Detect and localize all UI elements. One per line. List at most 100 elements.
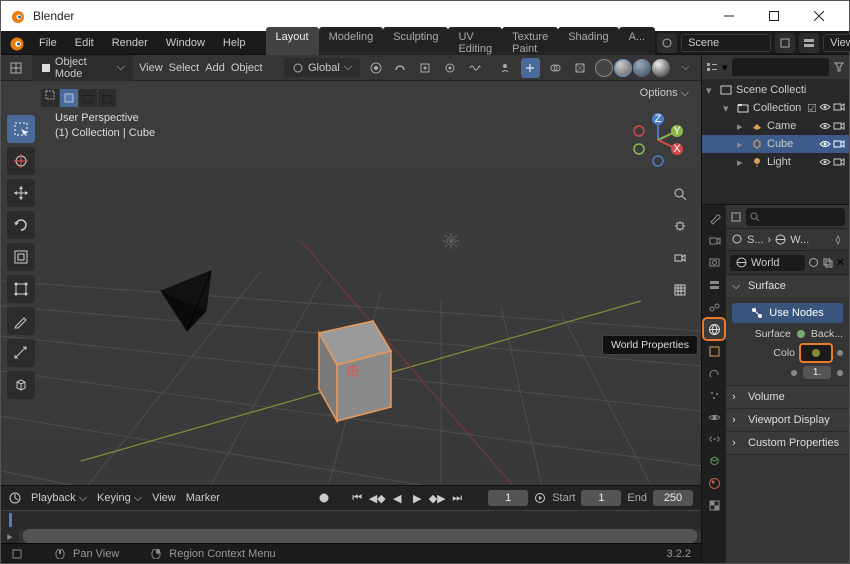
object-menu[interactable]: Object [231,62,263,74]
select-box-icon[interactable] [60,89,78,107]
jump-to-start-button[interactable]: ⏮ [348,490,366,506]
tab-scene-icon[interactable] [704,297,724,317]
overlays-toggle-icon[interactable] [546,58,565,78]
mode-selector[interactable]: Object Mode ⌵ [32,55,133,83]
scene-new-icon[interactable] [775,33,795,53]
tab-particle-icon[interactable] [704,385,724,405]
breadcrumb-world[interactable]: W... [790,234,809,246]
color-swatch[interactable] [801,345,831,361]
tab-material-icon[interactable] [704,473,724,493]
auto-keying-toggle[interactable] [318,492,330,504]
snap-toggle-icon[interactable] [391,58,410,78]
default-cube[interactable] [319,321,391,421]
node-socket-icon[interactable] [797,330,805,338]
eye-icon[interactable] [819,121,831,131]
current-frame-field[interactable]: 1 [488,490,528,506]
disclosure-icon[interactable]: ▸ [737,156,747,169]
viewport-display-panel-header[interactable]: ›Viewport Display [726,409,849,431]
scene-selector[interactable]: Scene [681,34,771,52]
tab-tool-icon[interactable] [704,209,724,229]
timeline-editor-type-icon[interactable] [9,492,21,504]
outliner-display-mode-icon[interactable]: ▾ [722,61,728,74]
view-menu[interactable]: View [139,62,163,74]
annotate-tool[interactable] [7,307,35,335]
tab-constraint-icon[interactable] [704,429,724,449]
menu-file[interactable]: File [31,34,65,52]
rotate-tool[interactable] [7,211,35,239]
tab-texture-icon[interactable] [704,495,724,515]
orientation-selector[interactable]: Global ⌵ [284,58,360,77]
new-world-icon[interactable] [808,257,819,268]
keying-menu[interactable]: Keying ⌵ [97,492,142,505]
unlink-world-icon[interactable]: ✕ [836,256,845,269]
playback-menu[interactable]: Playback ⌵ [31,492,87,505]
jump-to-end-button[interactable]: ⏭ [448,490,466,506]
shading-options-icon[interactable]: ⌵ [676,58,695,78]
scale-tool[interactable] [7,243,35,271]
play-button[interactable]: ▶ [408,490,426,506]
transform-tool[interactable] [7,275,35,303]
timeline-summary-toggle[interactable]: ▸ [1,529,19,543]
menu-render[interactable]: Render [104,34,156,52]
pin-icon[interactable] [833,235,843,245]
node-socket-dot[interactable] [837,370,843,376]
viewlayer-selector[interactable]: ViewLayer [823,34,850,52]
camera-icon[interactable] [833,121,845,131]
use-nodes-button[interactable]: Use Nodes [732,303,843,323]
disclosure-icon[interactable]: ▾ [723,102,733,115]
snap-mode-icon[interactable] [416,58,435,78]
viewport-options-menu[interactable]: Options ⌵ [640,87,689,100]
measure-tool[interactable] [7,339,35,367]
disclosure-icon[interactable]: ▸ [737,120,747,133]
surface-shader-value[interactable]: Back... [811,328,843,340]
zoom-gadget-icon[interactable] [667,181,693,207]
checkbox-icon[interactable]: ☑ [807,102,817,115]
custom-properties-panel-header[interactable]: ›Custom Properties [726,432,849,454]
keyframe-prev-button[interactable]: ◀◆ [368,490,386,506]
frame-step-icon[interactable] [534,492,546,504]
select-circle-icon[interactable]: ⬚ [79,89,97,107]
tab-more[interactable]: A... [619,27,656,59]
pivot-icon[interactable] [366,58,385,78]
add-cube-tool[interactable] [7,371,35,399]
world-datablock-selector[interactable]: World [730,255,805,271]
navigation-gizmo[interactable]: Z Y X [629,111,687,169]
camera-icon[interactable] [833,157,845,167]
editor-type-icon[interactable] [7,58,26,78]
tab-output-icon[interactable] [704,253,724,273]
timeline-ruler[interactable] [1,510,701,529]
viewlayer-browse-icon[interactable] [799,33,819,53]
timeline-view-menu[interactable]: View [152,492,176,504]
tree-scene[interactable]: ▾ Scene Collecti [702,81,849,99]
eye-icon[interactable] [819,157,831,167]
select-menu[interactable]: Select [169,62,200,74]
disclosure-icon[interactable]: ▸ [737,138,747,151]
blender-logo-icon[interactable] [7,34,25,52]
tab-modifier-icon[interactable] [704,363,724,383]
menu-help[interactable]: Help [215,34,254,52]
tab-uv-editing[interactable]: UV Editing [448,27,502,59]
node-socket-dot[interactable] [791,370,797,376]
copy-world-icon[interactable] [822,257,833,268]
tab-layout[interactable]: Layout [266,27,319,59]
tree-collection[interactable]: ▾ Collection ☑ [702,99,849,117]
outliner-search-input[interactable] [732,58,829,76]
volume-panel-header[interactable]: ›Volume [726,386,849,408]
tab-physics-icon[interactable] [704,407,724,427]
perspective-toggle-gadget-icon[interactable] [667,277,693,303]
eye-icon[interactable] [819,102,831,115]
proportional-edit-icon[interactable] [440,58,459,78]
outliner-editor-type-icon[interactable] [706,61,718,73]
end-frame-field[interactable]: 250 [653,490,693,506]
xray-toggle-icon[interactable] [570,58,589,78]
close-button[interactable] [796,1,841,31]
tab-sculpting[interactable]: Sculpting [383,27,448,59]
eye-icon[interactable] [819,139,831,149]
gizmo-toggle-icon[interactable] [521,58,540,78]
properties-editor-type-icon[interactable] [730,211,742,223]
menu-window[interactable]: Window [158,34,213,52]
move-tool[interactable] [7,179,35,207]
tab-viewlayer-icon[interactable] [704,275,724,295]
outliner-filter-icon[interactable] [833,61,845,73]
tab-data-icon[interactable] [704,451,724,471]
